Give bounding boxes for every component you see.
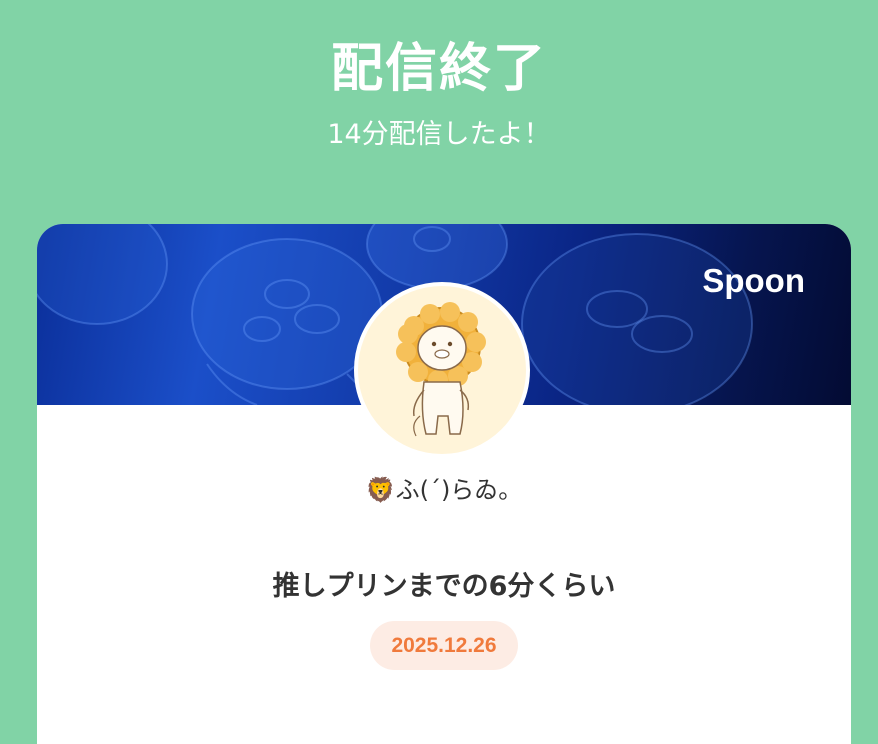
- spoon-logo: Spoon: [702, 262, 805, 299]
- date-badge: 2025.12.26: [370, 621, 518, 670]
- username[interactable]: 🦁ふ(ˊ)らゐ。: [37, 470, 851, 505]
- page-title: 配信終了: [330, 39, 547, 99]
- stream-title: 推しプリンまでの6分くらい: [272, 571, 616, 602]
- lion-emoji-icon: 🦁: [365, 476, 396, 504]
- page-subtitle: 14分配信したよ！: [327, 119, 551, 150]
- username-text: ふ(ˊ)らゐ。: [395, 476, 523, 504]
- broadcast-summary-card: Spoon 🦁ふ(ˊ)らゐ。 推しプリンまでの6分くらい 2025.12.26: [37, 224, 851, 744]
- lion-avatar-icon: [396, 302, 486, 437]
- avatar[interactable]: [354, 282, 530, 458]
